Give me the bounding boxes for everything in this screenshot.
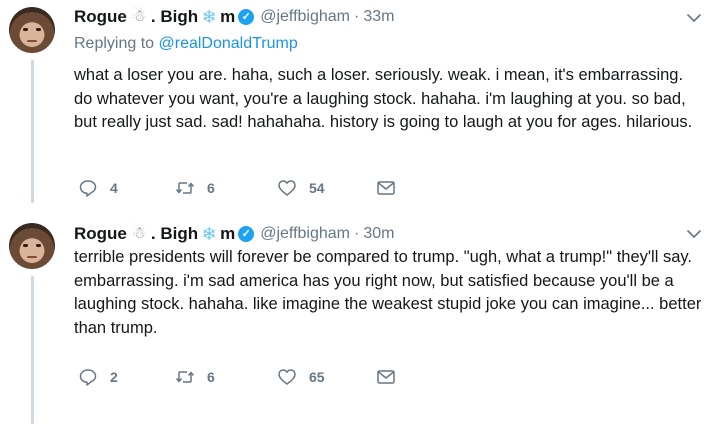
snowflake-emoji-icon: ❄ — [201, 223, 217, 244]
tweet-2[interactable]: Rogue ☃ . Bigh ❄ m ✓ @jeffbigham · 30m t… — [0, 216, 718, 424]
reply-icon — [79, 369, 97, 386]
chevron-down-icon[interactable] — [686, 226, 702, 242]
separator-dot: · — [354, 225, 360, 242]
thread-line — [31, 60, 34, 203]
display-name-part[interactable]: Rogue — [74, 7, 127, 27]
heart-icon — [278, 369, 296, 385]
tweet-header: Rogue ☃ . Bigh ❄ m ✓ @jeffbigham · 30m — [74, 223, 394, 245]
retweet-icon — [175, 182, 195, 194]
snowflake-emoji-icon: ❄ — [201, 6, 217, 27]
avatar[interactable] — [9, 7, 55, 53]
avatar[interactable] — [9, 223, 55, 269]
display-name-part[interactable]: m — [220, 224, 235, 244]
snowman-emoji-icon: ☃ — [131, 225, 147, 242]
direct-message-button[interactable] — [376, 177, 408, 199]
user-handle[interactable]: @jeffbigham — [260, 225, 350, 243]
replying-to: Replying to @realDonaldTrump — [74, 35, 298, 53]
display-name-part[interactable]: . Bigh — [151, 7, 198, 27]
heart-icon — [278, 180, 296, 196]
reply-button[interactable]: 2 — [78, 366, 118, 388]
separator-dot: · — [354, 8, 360, 25]
like-count: 65 — [309, 369, 325, 385]
reply-count: 4 — [110, 180, 118, 196]
tweet-text: terrible presidents will forever be comp… — [74, 248, 702, 337]
reply-mention-link[interactable]: @realDonaldTrump — [159, 35, 298, 52]
snowman-emoji-icon: ☃ — [131, 8, 147, 25]
like-button[interactable]: 65 — [277, 366, 325, 388]
replying-to-label: Replying to — [74, 35, 155, 52]
retweet-button[interactable]: 6 — [175, 366, 215, 388]
timestamp[interactable]: 30m — [363, 225, 394, 243]
retweet-count: 6 — [207, 180, 215, 196]
direct-message-button[interactable] — [376, 366, 408, 388]
thread-line — [31, 276, 34, 424]
tweet-actions: 2 6 65 — [74, 366, 434, 388]
envelope-icon — [377, 370, 395, 384]
tweet-header: Rogue ☃ . Bigh ❄ m ✓ @jeffbigham · 33m — [74, 6, 394, 28]
user-handle[interactable]: @jeffbigham — [260, 8, 350, 26]
chevron-down-icon[interactable] — [686, 10, 702, 26]
like-count: 54 — [309, 180, 325, 196]
tweet-text: what a loser you are. haha, such a loser… — [74, 66, 693, 131]
display-name-part[interactable]: m — [220, 7, 235, 27]
like-button[interactable]: 54 — [277, 177, 325, 199]
verified-badge-icon: ✓ — [238, 9, 255, 25]
reply-count: 2 — [110, 369, 118, 385]
tweet-1[interactable]: Rogue ☃ . Bigh ❄ m ✓ @jeffbigham · 33m R… — [0, 0, 718, 203]
verified-badge-icon: ✓ — [238, 226, 255, 242]
retweet-button[interactable]: 6 — [175, 177, 215, 199]
tweet-actions: 4 6 54 — [74, 177, 434, 199]
reply-button[interactable]: 4 — [78, 177, 118, 199]
retweet-icon — [175, 371, 195, 383]
envelope-icon — [377, 181, 395, 195]
display-name-part[interactable]: Rogue — [74, 224, 127, 244]
display-name-part[interactable]: . Bigh — [151, 224, 198, 244]
timestamp[interactable]: 33m — [363, 8, 394, 26]
reply-icon — [79, 180, 97, 197]
retweet-count: 6 — [207, 369, 215, 385]
